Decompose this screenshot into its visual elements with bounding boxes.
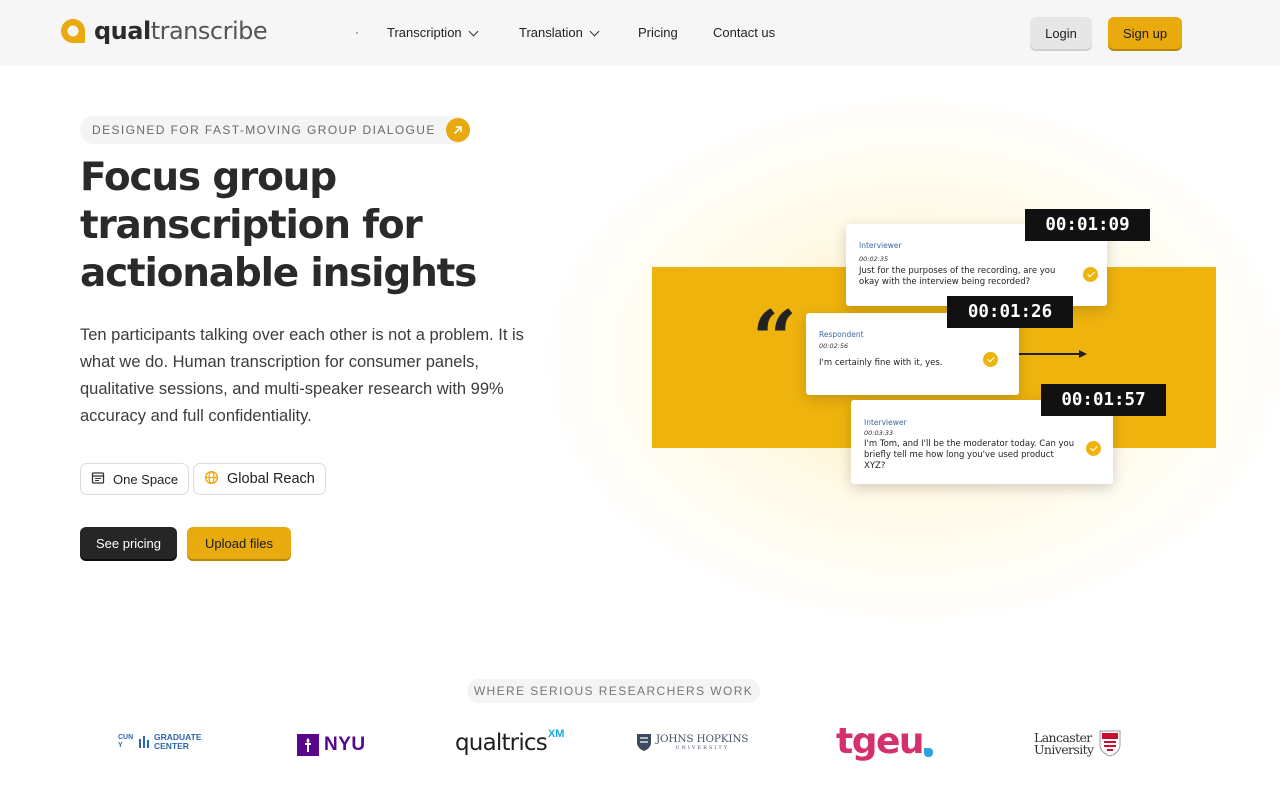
calendar-icon bbox=[91, 471, 105, 488]
hero-eyebrow-badge[interactable]: DESIGNED FOR FAST-MOVING GROUP DIALOGUE bbox=[80, 116, 470, 144]
arrow-head bbox=[1079, 350, 1087, 358]
quote-mark-icon: “ bbox=[752, 294, 797, 385]
globe-icon bbox=[204, 470, 219, 489]
card-message: I'm Tom, and I'll be the moderator today… bbox=[864, 439, 1075, 471]
nav-translation[interactable]: Translation bbox=[519, 24, 600, 42]
chip-global-reach[interactable]: Global Reach bbox=[193, 463, 326, 495]
logo-cuny-graduate-center: CUNY GRADUATE CENTER bbox=[118, 733, 202, 751]
chip-global-reach-label: Global Reach bbox=[227, 471, 315, 487]
nav-translation-label: Translation bbox=[519, 25, 583, 40]
logo-wordmark-bold: qual bbox=[94, 17, 151, 45]
logo-nyu: NYU bbox=[297, 734, 366, 756]
nav-transcription[interactable]: Transcription bbox=[387, 24, 479, 42]
card-timestamp: 00:02:35 bbox=[859, 255, 889, 263]
chevron-down-icon bbox=[589, 26, 600, 36]
chip-one-space-label: One Space bbox=[113, 471, 179, 487]
hero-description: Ten participants talking over each other… bbox=[80, 326, 524, 425]
nyu-text: NYU bbox=[324, 734, 366, 755]
logo[interactable]: qualtranscribe bbox=[60, 16, 268, 46]
researchers-label: WHERE SERIOUS RESEARCHERS WORK bbox=[467, 679, 760, 703]
card-speaker-role: Interviewer bbox=[859, 241, 902, 250]
check-circle-icon bbox=[1083, 267, 1098, 282]
site-header: qualtranscribe Transcription Translation… bbox=[0, 0, 1280, 66]
cuny-text: GRADUATE CENTER bbox=[154, 733, 202, 751]
hero-eyebrow-text: DESIGNED FOR FAST-MOVING GROUP DIALOGUE bbox=[92, 123, 436, 137]
timer-badge: 00:01:57 bbox=[1041, 384, 1166, 416]
jhu-text-line2: UNIVERSITY bbox=[675, 745, 729, 751]
qualtrics-xm: XM bbox=[547, 728, 565, 740]
nav-pricing-label: Pricing bbox=[638, 25, 678, 40]
logo-wordmark-light: transcribe bbox=[150, 17, 268, 45]
crest-icon bbox=[1099, 730, 1121, 757]
card-speaker-role: Interviewer bbox=[864, 418, 907, 427]
page-title: Focus group transcription for actionable… bbox=[80, 155, 477, 296]
shield-icon bbox=[637, 734, 651, 751]
card-message: I'm certainly fine with it, yes. bbox=[819, 358, 943, 368]
check-circle-icon bbox=[1086, 441, 1101, 456]
signup-button[interactable]: Sign up bbox=[1108, 17, 1182, 49]
card-timestamp: 00:02:56 bbox=[819, 342, 849, 350]
arrow-right-icon bbox=[1019, 353, 1081, 355]
cuny-text-line2: CENTER bbox=[154, 741, 189, 751]
card-timestamp: 00:03:33 bbox=[864, 429, 894, 437]
logo-icon bbox=[60, 18, 86, 44]
logo-wordmark: qualtranscribe bbox=[94, 16, 268, 46]
nav-separator-dot bbox=[356, 32, 358, 34]
tgeu-dot bbox=[924, 748, 934, 757]
torch-icon bbox=[297, 734, 319, 756]
logo-johns-hopkins: JOHNS HOPKINS UNIVERSITY bbox=[636, 733, 748, 752]
arrow-up-right-icon bbox=[445, 118, 470, 142]
login-button[interactable]: Login bbox=[1030, 17, 1092, 49]
lancaster-text-line2: University bbox=[1034, 741, 1094, 757]
cuny-mark: CUNY bbox=[118, 734, 134, 749]
nav-transcription-label: Transcription bbox=[387, 25, 462, 40]
building-icon bbox=[139, 736, 149, 748]
nav-contact-label: Contact us bbox=[713, 25, 776, 40]
lancaster-text: Lancaster University bbox=[1034, 731, 1094, 757]
jhu-text: JOHNS HOPKINS UNIVERSITY bbox=[656, 733, 748, 752]
logo-tgeu: tgeu bbox=[836, 720, 934, 764]
chevron-down-icon bbox=[468, 26, 479, 36]
logo-lancaster-university: Lancaster University bbox=[1034, 730, 1121, 757]
upload-files-button[interactable]: Upload files bbox=[187, 527, 291, 559]
logo-qualtrics: qualtrics XM bbox=[455, 727, 564, 759]
tgeu-text: tgeu bbox=[836, 721, 925, 762]
chip-one-space[interactable]: One Space bbox=[80, 463, 190, 495]
timer-badge: 00:01:09 bbox=[1025, 209, 1150, 241]
nav-pricing[interactable]: Pricing bbox=[638, 24, 678, 42]
card-speaker-role: Respondent bbox=[819, 330, 864, 339]
timer-badge: 00:01:26 bbox=[947, 296, 1073, 328]
card-message: Just for the purposes of the recording, … bbox=[859, 266, 1056, 287]
jhu-text-line1: JOHNS HOPKINS bbox=[656, 733, 749, 745]
check-circle-icon bbox=[983, 352, 998, 367]
qualtrics-text: qualtrics bbox=[455, 730, 548, 756]
nav-contact[interactable]: Contact us bbox=[713, 24, 775, 42]
see-pricing-button[interactable]: See pricing bbox=[80, 527, 177, 559]
